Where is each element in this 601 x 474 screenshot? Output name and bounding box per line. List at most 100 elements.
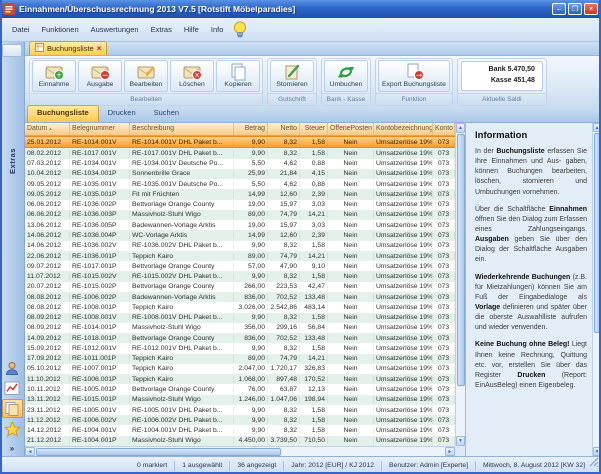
saldo-box: Bank 5.470,50 Kasse 451,48 (460, 61, 543, 91)
table-row[interactable]: 22.06.2012 RE-1036.001P Teppich Kairo 89,00… (25, 250, 455, 262)
svg-text:×: × (194, 71, 200, 80)
window-controls: – ❐ × (552, 3, 598, 15)
star-icon[interactable] (2, 419, 23, 438)
toolbar-button-umbuchen[interactable]: Umbuchen (324, 60, 368, 92)
table-row[interactable]: 11.12.2012 RE-1006.002V RE-1006.002V DHL P… (25, 415, 455, 426)
table-row[interactable]: 08.09.2012 RE-1008.001V RE-1008.001V DHL P… (25, 312, 455, 323)
info-scroll-thumb[interactable] (593, 133, 601, 333)
scroll-left-icon[interactable]: ◄ (25, 447, 35, 456)
title-bar[interactable]: Einnahmen/Überschussrechnung 2013 V7.5 [… (0, 0, 601, 18)
table-row[interactable]: 17.09.2012 RE-1011.001P Teppich Kairo 89,00… (25, 353, 455, 364)
user-icon[interactable] (2, 359, 23, 378)
table-row[interactable]: 08.02.2012 RE-1017.001V RE-1017.001V DHL P… (25, 148, 455, 159)
view-tab-drucken[interactable]: Drucken (99, 106, 145, 122)
close-button[interactable]: × (584, 3, 598, 15)
table-row[interactable]: 08.08.2012 RE-1006.002P Badewannen-Vorlage… (25, 291, 455, 303)
toolbar-button-kopieren[interactable]: Kopieren (216, 60, 260, 92)
horizontal-scrollbar[interactable]: ◄ ► (25, 446, 455, 456)
toolbar-group-bearbeiten: + Einnahme − Ausgabe Bearbeiten × Löschen Kopie… (29, 58, 263, 106)
table-row[interactable]: 09.05.2012 RE-1035.001V RE-1035.001V Deuts… (25, 179, 455, 190)
table-row[interactable]: 08.08.2012 RE-1008.001P Teppich Kairo 3.026… (25, 302, 455, 313)
toolbar-button-bearbeiten[interactable]: Bearbeiten (124, 60, 168, 92)
column-header-konto[interactable]: Konto (433, 123, 455, 135)
toolbar-button-export-buchungsliste[interactable]: → Export Buchungsliste (378, 60, 450, 92)
toolbar-group-bank-kasse: Umbuchen Bank - Kasse (321, 58, 371, 106)
column-header-datum[interactable]: Datum ▴ (25, 123, 70, 135)
table-row[interactable]: 13.11.2012 RE-1015.001P Massivholz-Stuhl W… (25, 394, 455, 405)
table-row[interactable]: 11.07.2012 RE-1015.002V RE-1015.002V DHL P… (25, 271, 455, 282)
table-row[interactable]: 21.12.2012 RE-1004.001P Massivholz-Stuhl W… (25, 435, 455, 446)
vertical-scrollbar[interactable]: ▲ ▼ (455, 123, 465, 446)
table-row[interactable]: 11.10.2012 RE-1006.001P Teppich Kairo 1.068… (25, 374, 455, 385)
menu-item-hilfe[interactable]: Hilfe (178, 22, 205, 37)
toolbar-button-ausgabe[interactable]: − Ausgabe (78, 60, 122, 92)
sidebar-label-extras[interactable]: Extras (8, 148, 17, 174)
table-row[interactable]: 10.11.2012 RE-1005.001P Bettvorlage Orange… (25, 384, 455, 395)
table-row[interactable]: 14.06.2012 RE-1036.004P WC-Vorlage Arktis 1… (25, 230, 455, 241)
status-item-0: 0 markiert (137, 462, 168, 469)
menu-bar: Datei Funktionen Auswertungen Extras Hilfe In… (0, 18, 601, 42)
minimize-button[interactable]: – (552, 3, 566, 15)
chevron-icon[interactable]: » (0, 444, 24, 454)
table-row[interactable]: 06.06.2012 RE-1036.003P Massivholz-Stuhl W… (25, 209, 455, 221)
table-row[interactable]: 14.12.2012 RE-1004.001V RE-1004.001V DHL P… (25, 425, 455, 436)
table-row[interactable]: 08.09.2012 RE-1014.001P Massivholz-Stuhl W… (25, 322, 455, 334)
chart-icon[interactable] (2, 379, 23, 398)
info-scrollbar[interactable]: ▲ ▼ (592, 123, 601, 456)
svg-text:−: − (102, 71, 108, 80)
column-header-belegnummer[interactable]: Belegnummer (70, 123, 130, 135)
table-row[interactable]: 23.11.2012 RE-1005.001V RE-1005.001V DHL P… (25, 404, 455, 416)
table-row[interactable]: 14.09.2012 RE-1018.001P Bettvorlage Orange… (25, 333, 455, 344)
info-paragraph: Keine Buchung ohne Beleg! Liegt Ihnen ke… (475, 341, 588, 389)
sidebar-top-button[interactable] (2, 44, 22, 57)
table-row[interactable]: 07.03.2012 RE-1034.001V RE-1034.001V Deuts… (25, 158, 455, 169)
table-row[interactable]: 10.04.2012 RE-1034.001P Sonnenbrille Grace… (25, 168, 455, 180)
table-row[interactable]: 15.09.2012 RE-1012.001V RE-1012.001V DHL P… (25, 343, 455, 354)
scroll-up-icon[interactable]: ▲ (456, 123, 465, 133)
table-row[interactable]: 25.01.2012 RE-1014.001V RE-1014.001V DHL P… (25, 136, 455, 149)
tab-close-icon[interactable]: × (97, 44, 102, 53)
info-paragraph: In der Buchungsliste erfassen Sie Ihre E… (475, 148, 587, 196)
menu-item-extras[interactable]: Extras (145, 22, 178, 37)
table-row[interactable]: 09.07.2012 RE-1017.001P Bettvorlage Orange… (25, 261, 455, 272)
status-item-3: Jahr: 2012 [EUR] / KJ 2012 (291, 462, 375, 469)
table-row[interactable]: 05.10.2012 RE-1007.001P Teppich Kairo 2.047… (25, 363, 455, 375)
receipt-icon[interactable] (1, 399, 23, 418)
column-header-netto[interactable]: Netto (268, 123, 300, 135)
column-header-steuer[interactable]: Steuer (300, 123, 328, 135)
resize-grip-icon[interactable] (589, 454, 599, 472)
column-header-offeneposten[interactable]: OffenePosten (328, 123, 374, 135)
scroll-up-icon[interactable]: ▲ (593, 123, 601, 132)
lightbulb-icon[interactable] (233, 21, 247, 38)
tab-buchungsliste[interactable]: Buchungsliste × (29, 41, 108, 55)
table-row[interactable]: 06.06.2012 RE-1036.002P Bettvorlage Orange… (25, 199, 455, 210)
column-header-betrag[interactable]: Betrag (234, 123, 268, 135)
toolbar-group-funktion: → Export Buchungsliste Funktion (375, 58, 453, 106)
column-header-beschreibung[interactable]: Beschreibung (130, 123, 234, 135)
table-row[interactable]: 09.05.2012 RE-1035.001P Fit mit Früchten 14… (25, 189, 455, 200)
vertical-scroll-thumb[interactable] (456, 134, 465, 386)
toolbar-button-löschen[interactable]: × Löschen (170, 60, 214, 92)
scroll-down-icon[interactable]: ▼ (456, 436, 465, 446)
maximize-button[interactable]: ❐ (568, 3, 582, 15)
table-row[interactable]: 13.06.2012 RE-1036.005P Badewannen-Vorlage… (25, 220, 455, 231)
toolbar-button-stornieren[interactable]: Stornieren (270, 60, 314, 92)
menu-item-info[interactable]: Info (205, 22, 230, 37)
menu-item-funktionen[interactable]: Funktionen (36, 22, 85, 37)
scroll-right-icon[interactable]: ► (445, 447, 455, 456)
app-window: Einnahmen/Überschussrechnung 2013 V7.5 [… (0, 0, 601, 474)
copy-icon (228, 62, 248, 81)
column-header-kontobezeichnung[interactable]: Kontobezeichnung (374, 123, 433, 135)
menu-item-datei[interactable]: Datei (6, 22, 36, 37)
bank-saldo: Bank 5.470,50 (488, 66, 535, 74)
group-label-funktion: Funktion (376, 93, 452, 105)
table-row[interactable]: 14.06.2012 RE-1036.002V RE-1036.002V DHL P… (25, 240, 455, 251)
view-tab-suchen[interactable]: Suchen (145, 106, 188, 122)
toolbar-button-einnahme[interactable]: + Einnahme (32, 60, 76, 92)
view-tab-buchungsliste[interactable]: Buchungsliste (27, 105, 99, 122)
menu-item-auswertungen[interactable]: Auswertungen (85, 22, 145, 37)
horizontal-scroll-thumb[interactable] (36, 447, 281, 456)
table-row[interactable]: 20.07.2012 RE-1015.002P Bettvorlage Orange… (25, 281, 455, 292)
info-panel-text: In der Buchungsliste erfassen Sie Ihre E… (475, 147, 587, 391)
delete-icon: × (182, 62, 202, 81)
